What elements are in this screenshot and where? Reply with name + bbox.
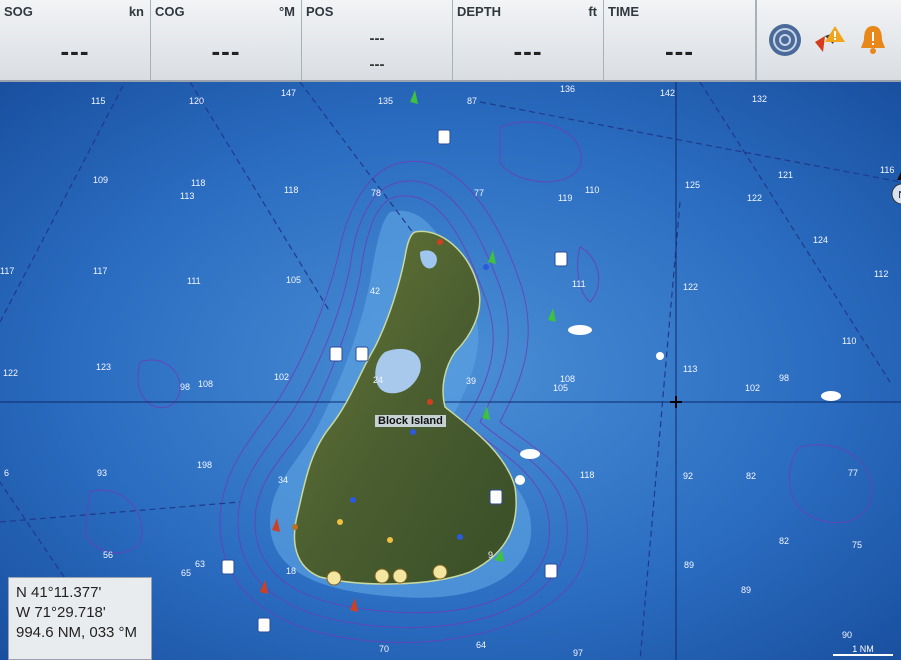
depth-sounding: 78	[371, 188, 382, 198]
depth-sounding: 123	[96, 362, 112, 372]
depth-sounding: 113	[683, 364, 698, 374]
depth-sounding: 24	[373, 375, 384, 385]
depth-sounding: 42	[370, 286, 381, 296]
depth-sounding: 136	[560, 84, 576, 94]
depth-sounding: 82	[746, 471, 757, 481]
depth-sounding: 56	[103, 550, 114, 560]
radar-icon[interactable]	[765, 20, 805, 60]
depth-sounding: 119	[558, 193, 573, 203]
depth-sounding: 122	[3, 368, 19, 378]
depth-sounding: 132	[752, 94, 768, 104]
depth-sounding: 98	[180, 382, 191, 392]
depth-sounding: 120	[189, 96, 205, 106]
depth-sounding: 77	[474, 188, 485, 198]
alarm-icon[interactable]	[853, 20, 893, 60]
scale-bar: 1 NM	[833, 644, 893, 656]
cursor-latitude: N 41°11.377'	[16, 584, 102, 601]
depth-sounding: 90	[842, 630, 853, 640]
depth-sounding: 118	[191, 178, 206, 188]
depth-sounding: 70	[379, 644, 390, 654]
depth-sounding: 9	[488, 550, 494, 560]
depth-sounding: 65	[181, 568, 192, 578]
depth-sounding: 63	[195, 559, 206, 569]
cog-label: COG	[155, 4, 185, 19]
depth-sounding: 125	[685, 180, 701, 190]
cog-value: ---	[211, 36, 241, 66]
depth-sounding: 102	[745, 383, 761, 393]
depth-sounding: 18	[286, 566, 297, 576]
depth-sounding: 64	[476, 640, 487, 650]
depth-sounding: 105	[286, 275, 302, 285]
depth-sounding: 77	[848, 468, 859, 478]
status-icons	[756, 0, 901, 80]
wind-warning-icon[interactable]	[809, 20, 849, 60]
depth-label: DEPTH	[457, 4, 502, 19]
depth-value: ---	[513, 36, 543, 66]
pos-cell[interactable]: POS --- ---	[302, 0, 453, 80]
island-name-label: Block Island	[375, 415, 446, 427]
depth-sounding: 118	[580, 470, 595, 480]
cursor-range-bearing: 994.6 NM, 033 °M	[16, 624, 138, 641]
depth-sounding: 135	[378, 96, 394, 106]
depth-sounding: 111	[187, 276, 201, 286]
depth-sounding: 89	[741, 585, 752, 595]
cursor-longitude: W 71°29.718'	[16, 604, 106, 621]
time-value: ---	[665, 36, 694, 66]
depth-sounding: 147	[281, 88, 297, 98]
depth-sounding: 142	[660, 88, 676, 98]
depth-sounding: 92	[683, 471, 694, 481]
depth-sounding: 117	[93, 266, 108, 276]
cursor-position-panel[interactable]: N 41°11.377' W 71°29.718' 994.6 NM, 033 …	[8, 577, 152, 660]
cog-unit: °M	[278, 4, 295, 19]
depth-sounding: 82	[779, 536, 790, 546]
depth-sounding: 124	[813, 235, 829, 245]
depth-sounding: 108	[198, 379, 214, 389]
depth-sounding: 93	[97, 468, 108, 478]
depth-sounding: 75	[852, 540, 863, 550]
pos-line2: ---	[369, 56, 385, 73]
chart-canvas[interactable]	[0, 82, 901, 660]
depth-cell[interactable]: DEPTH ft ---	[453, 0, 604, 80]
depth-sounding: 102	[274, 372, 290, 382]
depth-sounding: 113	[180, 191, 195, 201]
depth-sounding: 89	[684, 560, 695, 570]
chart-map[interactable]: 115 120 147 135 87 136 142 132 109 118 1…	[0, 82, 901, 660]
depth-sounding: 6	[4, 468, 10, 478]
depth-sounding: 121	[778, 170, 794, 180]
depth-sounding: 117	[0, 266, 15, 276]
depth-sounding: 110	[585, 185, 600, 195]
sog-label: SOG	[4, 4, 33, 19]
depth-sounding: 111	[572, 279, 586, 289]
depth-sounding: 198	[197, 460, 213, 470]
depth-sounding: 98	[779, 373, 790, 383]
depth-sounding: 115	[91, 96, 106, 106]
data-bar: SOG kn --- COG °M --- POS --- --- DEPTH …	[0, 0, 901, 82]
depth-sounding: 122	[683, 282, 699, 292]
depth-sounding: 39	[466, 376, 477, 386]
time-cell[interactable]: TIME ---	[604, 0, 756, 80]
sog-cell[interactable]: SOG kn ---	[0, 0, 151, 80]
cog-cell[interactable]: COG °M ---	[151, 0, 302, 80]
depth-sounding: 105	[553, 383, 569, 393]
time-label: TIME	[608, 4, 640, 19]
depth-sounding: 87	[467, 96, 478, 106]
depth-unit: ft	[588, 4, 597, 19]
depth-sounding: 118	[284, 185, 299, 195]
sog-value: ---	[60, 36, 90, 66]
depth-sounding: 122	[747, 193, 763, 203]
depth-sounding: 110	[842, 336, 857, 346]
depth-sounding: 34	[278, 475, 289, 485]
depth-sounding: 112	[874, 269, 889, 279]
sog-unit: kn	[128, 4, 144, 19]
pos-label: POS	[306, 4, 334, 19]
depth-sounding: 97	[573, 648, 584, 658]
depth-sounding: 109	[93, 175, 109, 185]
pos-line1: ---	[369, 30, 385, 47]
